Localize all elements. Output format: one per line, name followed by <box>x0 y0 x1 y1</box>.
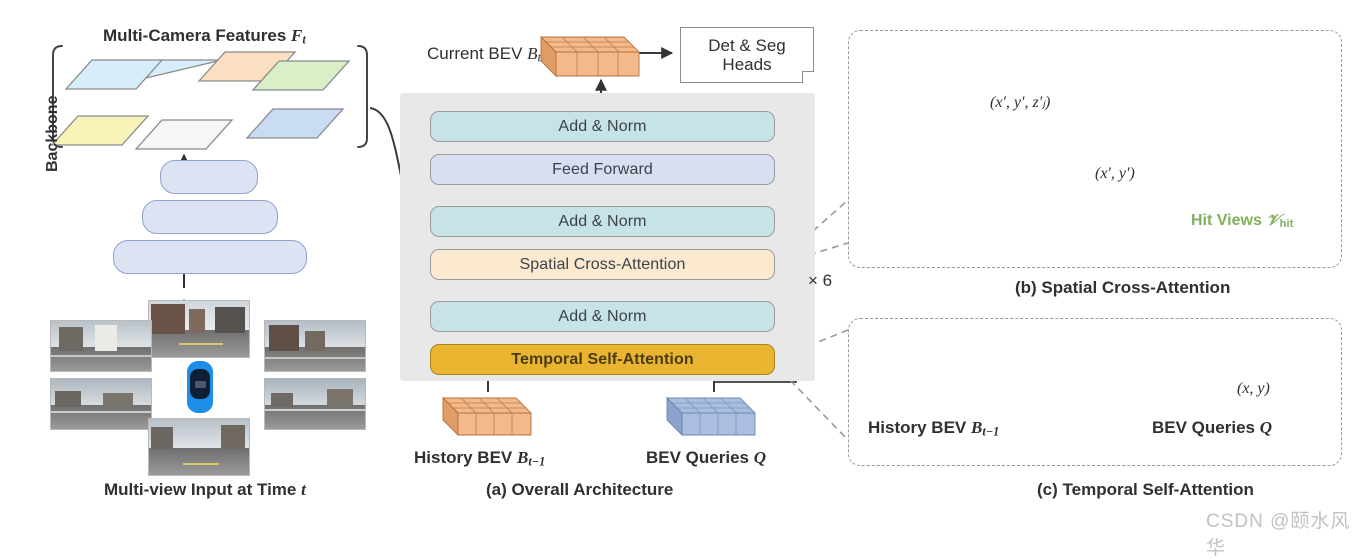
panel-b-frame <box>848 30 1342 268</box>
panel-b-cell-label: (x′, y′) <box>1095 165 1135 182</box>
block-add-norm-1[interactable]: Add & Norm <box>430 301 775 332</box>
block-add-norm-3[interactable]: Add & Norm <box>430 111 775 142</box>
camera-view-back-left <box>50 378 152 430</box>
feature-brackets <box>52 45 368 148</box>
folded-corner <box>802 71 814 83</box>
backbone-bar-1 <box>160 160 258 194</box>
bev-queries-cube-center <box>665 396 757 437</box>
caption-b: (b) Spatial Cross-Attention <box>1015 278 1231 297</box>
figure-root: Multi-Camera Features Ft Backbone Multi-… <box>0 0 1362 559</box>
history-bev-label-center: History BEV Bt−1 <box>414 448 545 470</box>
features-title-symbol: F <box>291 26 303 45</box>
det-seg-heads-line2: Heads <box>722 55 772 74</box>
hit-views-subscript: hit <box>1279 218 1294 231</box>
current-bev-label: Current BEV Bt <box>427 44 541 66</box>
camera-view-front-left <box>50 320 152 372</box>
camera-view-front <box>148 300 250 358</box>
current-bev-subscript: t <box>537 50 541 65</box>
panel-c-cell-label: (x, y) <box>1237 380 1270 397</box>
bev-queries-label-center-text: BEV Queries <box>646 448 749 467</box>
bev-queries-center-symbol: Q <box>753 448 767 467</box>
features-title-text: Multi-Camera Features <box>103 26 287 45</box>
block-add-norm-2[interactable]: Add & Norm <box>430 206 775 237</box>
panel-c-history-text: History BEV <box>868 418 967 437</box>
current-bev-cube <box>539 35 641 78</box>
camera-view-back-right <box>264 378 366 430</box>
history-bev-label-center-text: History BEV <box>414 448 513 467</box>
features-title: Multi-Camera Features Ft <box>103 26 306 48</box>
history-bev-center-symbol: B <box>516 448 529 467</box>
history-bev-cube-center <box>441 396 533 437</box>
caption-c: (c) Temporal Self-Attention <box>1037 480 1254 499</box>
features-title-subscript: t <box>302 32 306 47</box>
panel-c-queries-symbol: Q <box>1259 418 1273 437</box>
panel-c-bev-queries-label: BEV Queries Q <box>1152 418 1272 438</box>
current-bev-label-text: Current BEV <box>427 44 523 63</box>
panel-c-history-subscript: t−1 <box>982 424 1000 439</box>
block-feed-forward[interactable]: Feed Forward <box>430 154 775 185</box>
block-temporal-self-attention[interactable]: Temporal Self-Attention <box>430 344 775 375</box>
current-bev-symbol: B <box>527 44 538 63</box>
hit-views-symbol: 𝒱 <box>1266 212 1280 229</box>
csdn-watermark: CSDN @颐水风华 <box>1206 511 1351 559</box>
block-spatial-cross-attention[interactable]: Spatial Cross-Attention <box>430 249 775 280</box>
backbone-label: Backbone <box>44 95 61 172</box>
panel-c-queries-text: BEV Queries <box>1152 418 1255 437</box>
panel-c-history-symbol: B <box>970 418 983 437</box>
panel-b-pillar-label: (x′, y′, z′ⱼ) <box>990 94 1051 111</box>
multi-view-input-caption-text: Multi-view Input at Time <box>104 480 302 499</box>
bev-queries-label-center: BEV Queries Q <box>646 448 766 468</box>
caption-a: (a) Overall Architecture <box>486 480 674 499</box>
panel-c-history-bev-label: History BEV Bt−1 <box>868 418 999 440</box>
hit-views-text: Hit Views <box>1191 212 1262 229</box>
panel-b-hit-views-label: Hit Views 𝒱hit <box>1191 212 1293 230</box>
multi-camera-feature-planes <box>50 51 351 150</box>
multi-view-input-caption-symbol: t <box>301 480 306 499</box>
history-bev-center-subscript: t−1 <box>528 454 546 469</box>
camera-view-front-right <box>264 320 366 372</box>
backbone-bar-2 <box>142 200 278 234</box>
encoder-repeat-label: × 6 <box>808 271 833 290</box>
ego-vehicle-icon <box>184 360 216 414</box>
multi-view-input-caption: Multi-view Input at Time t <box>104 480 306 500</box>
det-seg-heads-box[interactable]: Det & Seg Heads <box>680 27 814 83</box>
camera-view-back <box>148 418 250 476</box>
det-seg-heads-line1: Det & Seg <box>708 35 786 55</box>
backbone-bar-3 <box>113 240 307 274</box>
